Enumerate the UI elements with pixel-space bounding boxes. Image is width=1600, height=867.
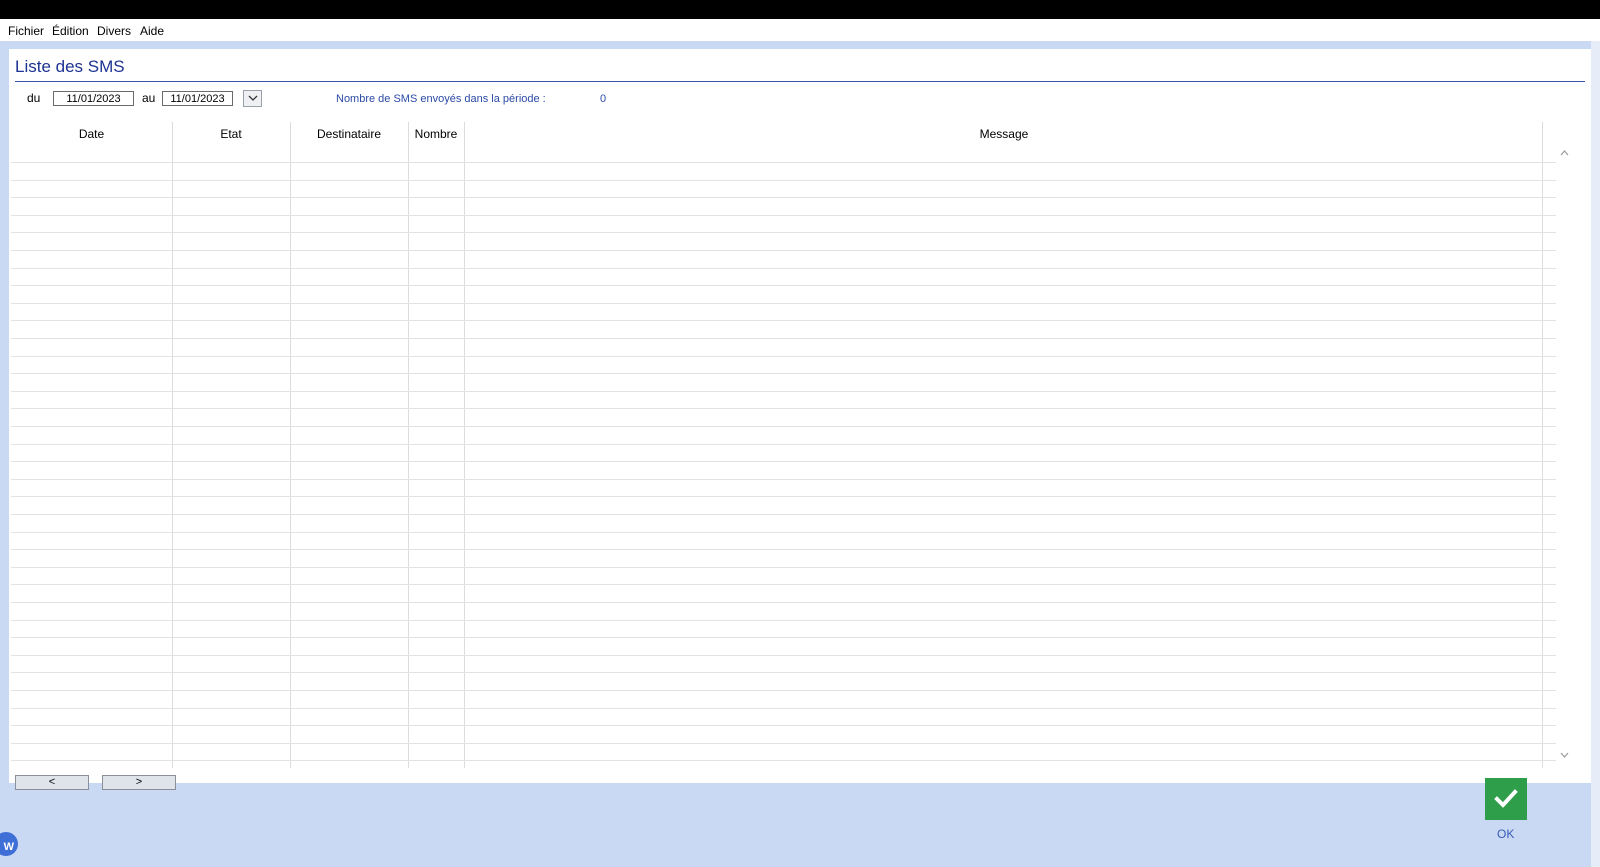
column-header-date[interactable]: Date xyxy=(11,122,172,162)
table-row-separator xyxy=(11,338,1556,339)
ok-button[interactable] xyxy=(1485,778,1527,820)
table-row-separator xyxy=(11,285,1556,286)
table-row-separator xyxy=(11,743,1556,744)
table-row-separator xyxy=(11,356,1556,357)
to-label: au xyxy=(142,91,156,105)
from-label: du xyxy=(27,91,41,105)
main-panel: Liste des SMS du 11/01/2023 au 11/01/202… xyxy=(9,49,1591,783)
from-date-field[interactable]: 11/01/2023 xyxy=(53,91,134,106)
column-header-etat[interactable]: Etat xyxy=(172,122,290,162)
table-row-separator xyxy=(11,620,1556,621)
table-row-separator xyxy=(11,232,1556,233)
table-row-separator xyxy=(11,268,1556,269)
sms-count-value: 0 xyxy=(600,93,607,105)
table-row-separator xyxy=(11,637,1556,638)
table-row-separator xyxy=(11,426,1556,427)
table-row-separator xyxy=(11,672,1556,673)
table-row-separator xyxy=(11,690,1556,691)
table-row-separator xyxy=(11,215,1556,216)
sms-count-label: Nombre de SMS envoyés dans la période : xyxy=(336,93,546,105)
table-row-separator xyxy=(11,461,1556,462)
menu-edition[interactable]: Édition xyxy=(52,24,89,38)
menu-bar: Fichier Édition Divers Aide xyxy=(0,19,1600,41)
table-row-separator xyxy=(11,391,1556,392)
ok-label: OK xyxy=(1497,827,1515,841)
app-badge: W xyxy=(0,832,18,856)
table-row-separator xyxy=(11,303,1556,304)
table-row-separator xyxy=(11,250,1556,251)
column-header-destinataire[interactable]: Destinataire xyxy=(290,122,408,162)
menu-divers[interactable]: Divers xyxy=(97,24,131,38)
column-header-message[interactable]: Message xyxy=(464,122,1544,162)
menu-aide[interactable]: Aide xyxy=(140,24,164,38)
window-edge xyxy=(1591,41,1600,867)
scroll-up-icon[interactable] xyxy=(1558,147,1570,159)
table-row-separator xyxy=(11,180,1556,181)
menu-fichier[interactable]: Fichier xyxy=(8,24,44,38)
previous-page-button[interactable]: < xyxy=(15,775,89,790)
table-row-separator xyxy=(11,549,1556,550)
table-header: Date Etat Destinataire Nombre Message xyxy=(11,122,1556,162)
table-row-separator xyxy=(11,444,1556,445)
table-row-separator xyxy=(11,760,1556,761)
check-icon xyxy=(1494,789,1518,808)
table-row-separator xyxy=(11,532,1556,533)
table-row-separator xyxy=(11,584,1556,585)
column-header-nombre[interactable]: Nombre xyxy=(408,122,464,162)
table-row-separator xyxy=(11,197,1556,198)
chevron-down-icon xyxy=(248,95,257,101)
date-dropdown-button[interactable] xyxy=(243,90,262,107)
to-date-field[interactable]: 11/01/2023 xyxy=(162,91,233,106)
window-titlebar xyxy=(0,0,1600,19)
table-scrollbar[interactable] xyxy=(1558,122,1570,768)
table-row-separator xyxy=(11,602,1556,603)
next-page-button[interactable]: > xyxy=(102,775,176,790)
table-row-separator xyxy=(11,162,1556,163)
title-divider xyxy=(15,81,1585,82)
page-title: Liste des SMS xyxy=(15,57,125,76)
table-row-separator xyxy=(11,320,1556,321)
table-row-separator xyxy=(11,708,1556,709)
table-row-separator xyxy=(11,373,1556,374)
table-row-separator xyxy=(11,655,1556,656)
table-row-separator xyxy=(11,408,1556,409)
table-row-separator xyxy=(11,725,1556,726)
sms-table[interactable]: Date Etat Destinataire Nombre Message xyxy=(11,122,1556,768)
table-row-separator xyxy=(11,514,1556,515)
table-row-separator xyxy=(11,479,1556,480)
scroll-down-icon[interactable] xyxy=(1558,749,1570,761)
table-row-separator xyxy=(11,567,1556,568)
table-row-separator xyxy=(11,496,1556,497)
